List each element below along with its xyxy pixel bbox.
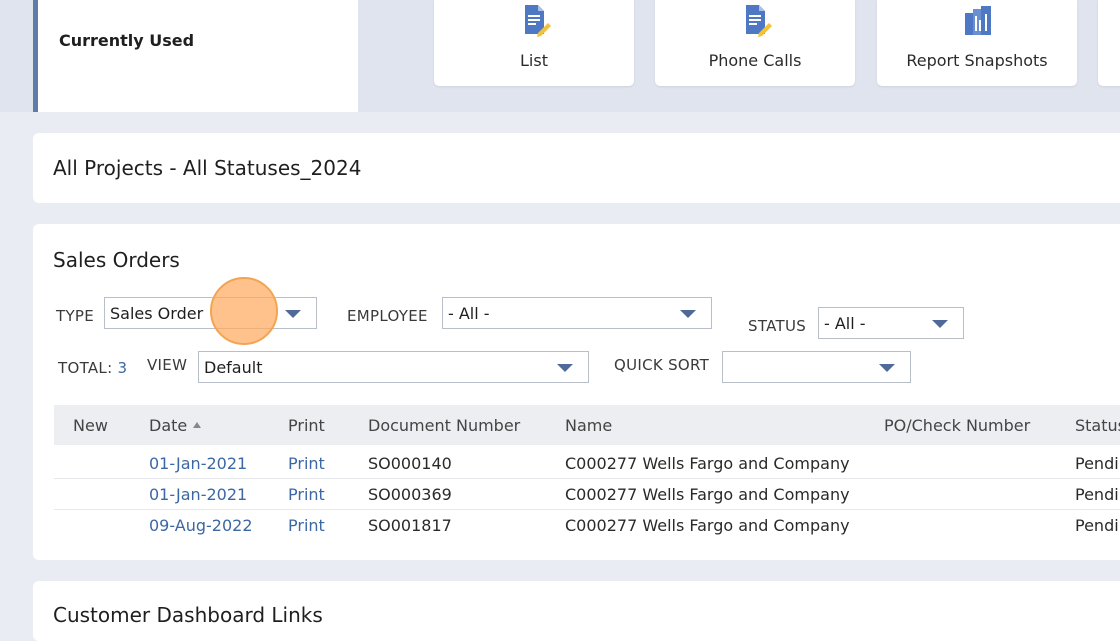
column-po-check-number[interactable]: PO/Check Number [884,416,1030,435]
saved-search-card: All Projects - All Statuses_2024 [33,133,1120,203]
employee-select-value: - All - [448,304,490,323]
column-status[interactable]: Status [1075,416,1120,435]
view-select-value: Default [204,358,263,377]
column-date-label: Date [149,416,188,435]
row-document-number: SO000369 [368,485,452,504]
table-row: 01-Jan-2021 Print SO000369 C000277 Wells… [54,478,1120,510]
employee-select[interactable]: - All - [442,297,712,329]
row-print-link[interactable]: Print [288,516,325,535]
shortcut-more[interactable] [1098,0,1120,86]
document-pencil-icon [525,5,551,37]
chevron-down-icon [879,364,895,372]
status-label: STATUS [748,317,807,335]
row-print-link[interactable]: Print [288,454,325,473]
table-header: New Date Print Document Number Name PO/C… [54,405,1120,445]
view-label: VIEW [147,356,188,374]
total-count[interactable]: 3 [118,359,128,377]
table-row: 09-Aug-2022 Print SO001817 C000277 Wells… [54,509,1120,540]
row-document-number: SO000140 [368,454,452,473]
column-name[interactable]: Name [565,416,612,435]
sales-orders-title: Sales Orders [53,248,180,272]
sort-ascending-icon [193,422,202,428]
column-document-number[interactable]: Document Number [368,416,520,435]
type-label: TYPE [56,307,95,325]
shortcut-report-snapshots[interactable]: Report Snapshots [877,0,1077,86]
view-select[interactable]: Default [198,351,589,383]
row-name: C000277 Wells Fargo and Company [565,454,850,473]
shortcut-phone-calls[interactable]: Phone Calls [655,0,855,86]
click-indicator [210,277,278,345]
saved-search-title[interactable]: All Projects - All Statuses_2024 [53,156,361,180]
chevron-down-icon [932,320,948,328]
shortcut-list-label: List [520,51,548,70]
type-select-value: Sales Order [110,304,204,323]
currently-used-label: Currently Used [59,31,195,50]
column-print[interactable]: Print [288,416,325,435]
status-select[interactable]: - All - [818,307,964,339]
quick-sort-label: QUICK SORT [614,356,710,374]
total-label: TOTAL: 3 [58,359,127,377]
row-name: C000277 Wells Fargo and Company [565,516,850,535]
employee-label: EMPLOYEE [347,307,428,325]
table-row: 01-Jan-2021 Print SO000140 C000277 Wells… [54,447,1120,479]
quick-sort-select[interactable] [722,351,911,383]
shortcut-list[interactable]: List [434,0,634,86]
row-print-link[interactable]: Print [288,485,325,504]
row-date[interactable]: 01-Jan-2021 [149,485,247,504]
shortcut-report-snapshots-label: Report Snapshots [906,51,1048,70]
chevron-down-icon [285,310,301,318]
shortcut-phone-calls-label: Phone Calls [708,51,802,70]
report-snapshots-icon [965,6,991,35]
row-document-number: SO001817 [368,516,452,535]
row-status: Pending [1075,516,1120,535]
currently-used-panel: Currently Used [33,0,358,112]
total-label-text: TOTAL: [58,359,113,377]
column-new[interactable]: New [73,416,108,435]
chevron-down-icon [680,310,696,318]
dashboard-links-title: Customer Dashboard Links [53,603,323,627]
chevron-down-icon [557,364,573,372]
row-date[interactable]: 09-Aug-2022 [149,516,253,535]
document-pencil-icon [746,5,772,37]
row-name: C000277 Wells Fargo and Company [565,485,850,504]
row-status: Pending [1075,485,1120,504]
row-date[interactable]: 01-Jan-2021 [149,454,247,473]
column-date[interactable]: Date [149,416,202,435]
dashboard-links-card: Customer Dashboard Links [33,581,1120,641]
row-status: Pending [1075,454,1120,473]
status-select-value: - All - [824,314,866,333]
